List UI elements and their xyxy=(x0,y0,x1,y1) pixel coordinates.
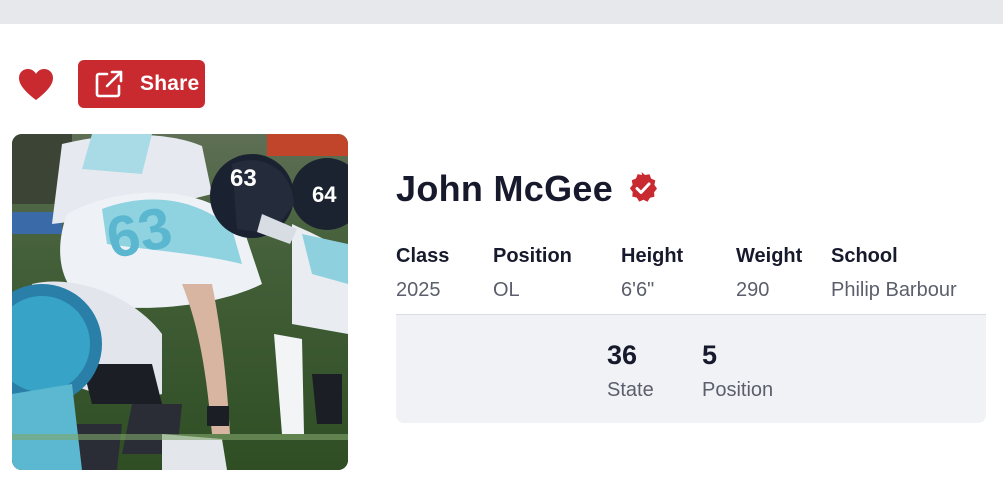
rankings-panel: 36 State 5 Position xyxy=(396,314,986,423)
ranking-position: 5 Position xyxy=(702,339,773,403)
ranking-label: State xyxy=(607,379,654,401)
attribute-value: 6'6" xyxy=(621,279,655,301)
svg-text:64: 64 xyxy=(312,182,337,207)
ranking-value: 36 xyxy=(607,340,638,370)
player-name: John McGee xyxy=(396,168,614,209)
attribute-class: Class 2025 xyxy=(396,243,449,303)
external-link-icon xyxy=(92,67,126,101)
attribute-value: 290 xyxy=(736,279,770,301)
attribute-label: Class xyxy=(396,245,450,267)
attribute-label: Position xyxy=(493,245,572,267)
player-name-row: John McGee xyxy=(396,168,659,210)
top-bar xyxy=(0,0,1003,24)
svg-text:63: 63 xyxy=(230,165,257,192)
favorite-heart-icon[interactable] xyxy=(18,68,54,102)
share-label: Share xyxy=(140,72,200,95)
attribute-value: Philip Barbour xyxy=(831,279,957,301)
attribute-value: OL xyxy=(493,279,520,301)
attribute-label: School xyxy=(831,245,898,267)
ranking-label: Position xyxy=(702,379,774,401)
attribute-weight: Weight 290 xyxy=(736,243,802,303)
verified-badge-icon xyxy=(627,172,659,204)
share-button[interactable]: Share xyxy=(78,60,205,108)
attribute-label: Weight xyxy=(736,245,803,267)
attribute-label: Height xyxy=(621,245,684,267)
attribute-value: 2025 xyxy=(396,279,441,301)
svg-text:63: 63 xyxy=(101,194,178,271)
attribute-school: School Philip Barbour xyxy=(831,243,957,303)
ranking-state: 36 State xyxy=(607,339,654,403)
player-photo: 64 63 63 xyxy=(12,134,348,470)
attribute-position: Position OL xyxy=(493,243,572,303)
attribute-height: Height 6'6" xyxy=(621,243,683,303)
ranking-value: 5 xyxy=(702,340,718,370)
